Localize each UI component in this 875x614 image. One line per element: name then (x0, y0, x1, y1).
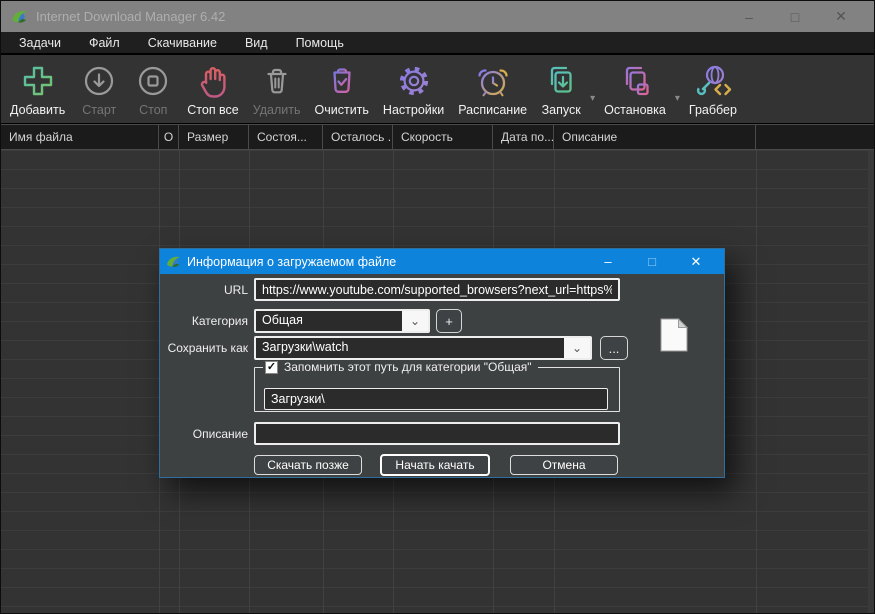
start-download-icon (85, 66, 114, 96)
column-header-filename[interactable]: Имя файла (1, 125, 159, 149)
start-queue-icon (550, 66, 572, 93)
stop-icon (139, 66, 168, 96)
category-combobox[interactable]: Общая ⌄ (254, 309, 430, 333)
start-queue-dropdown-arrow[interactable]: ▾ (588, 93, 597, 104)
menu-help[interactable]: Помощь (282, 32, 358, 53)
dialog-minimize-button[interactable]: – (586, 249, 630, 274)
toolbar-button-stop-queue[interactable]: Остановка (597, 59, 673, 119)
dialog-title: Информация о загружаемом файле (187, 254, 397, 269)
remember-path-label: Запомнить этот путь для категории "Общая… (284, 360, 532, 374)
chevron-down-icon[interactable]: ⌄ (564, 338, 590, 358)
start-download-button[interactable]: Начать качать (380, 454, 490, 476)
toolbar-button-grabber[interactable]: Граббер (682, 59, 744, 119)
window-close-button[interactable]: ✕ (818, 1, 864, 32)
toolbar-button-stop-all[interactable]: Стоп все (180, 59, 246, 119)
toolbar: Добавить Старт Стоп Стоп все Удалить Очи… (1, 55, 874, 124)
category-value: Общая (262, 313, 303, 327)
save-as-value: Загрузки\watch (262, 340, 349, 354)
column-header-timeleft[interactable]: Осталось ... (323, 125, 393, 149)
menu-file[interactable]: Файл (75, 32, 134, 53)
toolbar-button-start-queue[interactable]: Запуск (534, 59, 588, 119)
settings-gear-icon (399, 66, 428, 96)
toolbar-button-stop[interactable]: Стоп (126, 59, 180, 119)
dialog-controls: – □ ✕ (586, 249, 718, 274)
idm-logo-icon (166, 256, 181, 267)
idm-logo-icon (12, 11, 27, 23)
save-as-label: Сохранить как (167, 341, 248, 355)
toolbar-button-add[interactable]: Добавить (3, 59, 72, 119)
stop-queue-icon (625, 66, 649, 96)
column-header-queue[interactable]: О (159, 125, 179, 149)
download-later-button[interactable]: Скачать позже (254, 455, 362, 475)
schedule-clock-icon (478, 69, 508, 97)
chevron-down-icon[interactable]: ⌄ (402, 311, 428, 331)
menu-view[interactable]: Вид (231, 32, 282, 53)
clear-trash-check-icon (333, 68, 351, 93)
category-label: Категория (191, 314, 248, 328)
dialog-titlebar[interactable]: Информация о загружаемом файле – □ ✕ (160, 249, 724, 274)
add-category-button[interactable]: + (436, 309, 462, 333)
browse-button[interactable]: ... (600, 336, 628, 360)
stop-all-hand-icon (200, 67, 226, 98)
grabber-globe-icon (696, 65, 732, 96)
grid-line (756, 150, 757, 613)
toolbar-button-delete[interactable]: Удалить (246, 59, 308, 119)
description-input[interactable] (254, 422, 620, 445)
cancel-button[interactable]: Отмена (510, 455, 618, 475)
save-as-combobox[interactable]: Загрузки\watch ⌄ (254, 336, 592, 360)
menu-tasks[interactable]: Задачи (5, 32, 75, 53)
menu-download[interactable]: Скачивание (134, 32, 231, 53)
window-minimize-button[interactable]: – (726, 1, 772, 32)
dialog-body: URL Категория Общая ⌄ + Сохранить как За… (160, 274, 724, 477)
category-path-input[interactable] (264, 388, 608, 410)
description-label: Описание (192, 427, 248, 441)
url-input[interactable] (254, 278, 620, 301)
column-header-date[interactable]: Дата по... (493, 125, 554, 149)
column-header-status[interactable]: Состоя... (249, 125, 323, 149)
toolbar-button-start[interactable]: Старт (72, 59, 126, 119)
titlebar: Internet Download Manager 6.42 – □ ✕ (1, 1, 874, 32)
file-type-icon (660, 317, 689, 357)
download-list-header: Имя файла О Размер Состоя... Осталось ..… (1, 124, 874, 150)
column-header-size[interactable]: Размер (179, 125, 249, 149)
delete-trash-icon (267, 68, 287, 94)
dialog-maximize-button[interactable]: □ (630, 249, 674, 274)
window-title: Internet Download Manager 6.42 (36, 9, 226, 24)
stop-queue-dropdown-arrow[interactable]: ▾ (673, 93, 682, 104)
menubar: Задачи Файл Скачивание Вид Помощь (1, 32, 874, 53)
column-header-speed[interactable]: Скорость (393, 125, 493, 149)
toolbar-button-clear[interactable]: Очистить (308, 59, 376, 119)
add-plus-icon (23, 66, 52, 96)
window-controls: – □ ✕ (726, 1, 864, 32)
toolbar-button-settings[interactable]: Настройки (376, 59, 451, 119)
download-info-dialog: Информация о загружаемом файле – □ ✕ URL… (159, 248, 725, 478)
column-header-empty (756, 125, 874, 149)
checkmark-icon: ✓ (266, 360, 277, 373)
remember-path-groupbox: ✓ Запомнить этот путь для категории "Общ… (254, 360, 620, 412)
toolbar-button-schedule[interactable]: Расписание (451, 59, 534, 119)
idm-main-window: Internet Download Manager 6.42 – □ ✕ Зад… (0, 0, 875, 614)
dialog-close-button[interactable]: ✕ (674, 249, 718, 274)
remember-path-checkbox[interactable]: ✓ (265, 360, 278, 374)
window-maximize-button[interactable]: □ (772, 1, 818, 32)
column-header-description[interactable]: Описание (554, 125, 756, 149)
url-label: URL (223, 283, 248, 297)
